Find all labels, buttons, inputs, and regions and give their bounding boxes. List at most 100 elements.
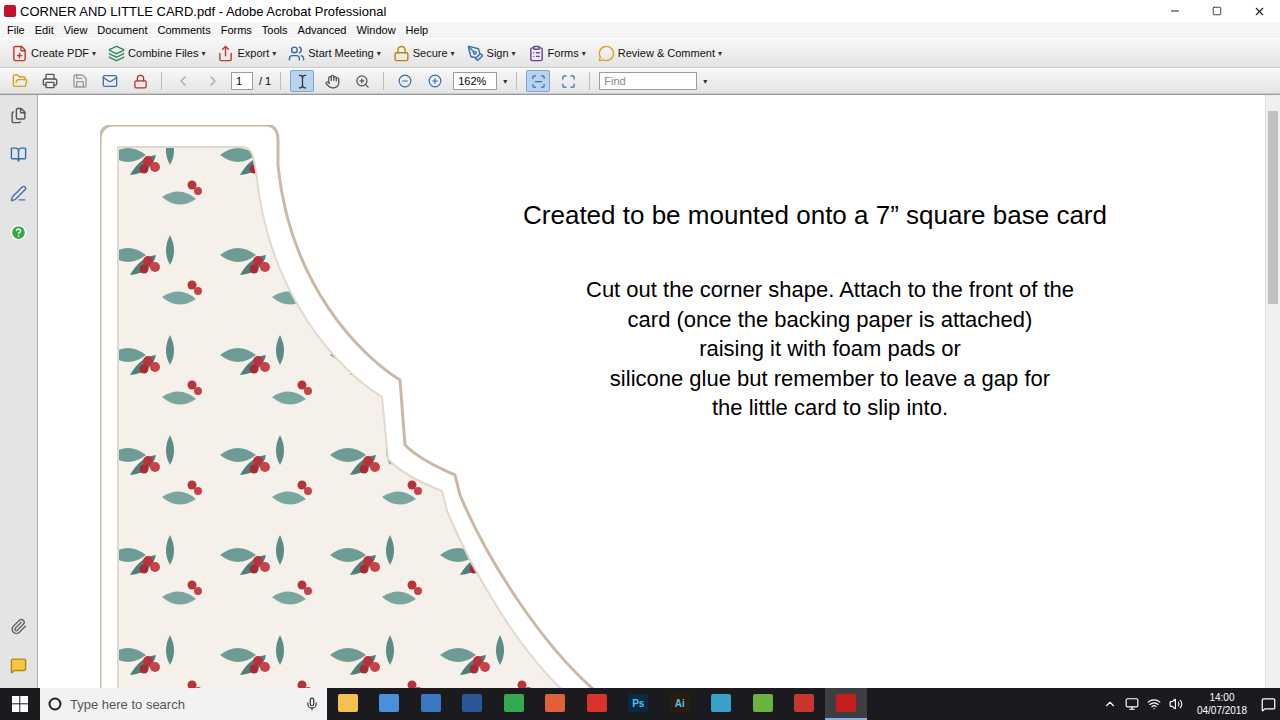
zoom-in-icon	[428, 74, 442, 88]
secure-button[interactable]	[128, 70, 152, 92]
network-icon[interactable]	[1147, 697, 1161, 711]
instruction-line: silicone glue but remember to leave a ga…	[610, 364, 1050, 394]
minimize-button[interactable]	[1154, 0, 1196, 22]
toolbar-button[interactable]: Secure▾	[390, 43, 458, 64]
open-button[interactable]	[8, 70, 32, 92]
taskbar: Type here to search Ps Ai 14:0004/07/2018	[0, 688, 1280, 720]
taskbar-app[interactable]	[535, 688, 577, 720]
toolbar-icon	[393, 45, 410, 62]
taskbar-app[interactable]	[701, 688, 743, 720]
taskbar-app[interactable]	[410, 688, 452, 720]
taskbar-app[interactable]	[327, 688, 369, 720]
text-cursor-icon	[295, 74, 310, 89]
instruction-line: raising it with foam pads or	[699, 334, 961, 364]
zoom-in-button[interactable]	[423, 70, 447, 92]
toolbar-button[interactable]: Start Meeting▾	[285, 43, 383, 64]
start-button[interactable]	[0, 688, 40, 720]
app-icon	[587, 694, 607, 712]
taskbar-app[interactable]	[452, 688, 494, 720]
menu-item[interactable]: Tools	[257, 24, 293, 36]
navigation-toolbar: 1/ 1162%▾Find▾	[0, 68, 1280, 94]
taskbar-app[interactable]	[784, 688, 826, 720]
toolbar-button[interactable]: Review & Comment▾	[595, 43, 725, 64]
previous-page-button[interactable]	[171, 70, 195, 92]
instruction-line: card (once the backing paper is attached…	[628, 305, 1033, 335]
zoom-field[interactable]: 162%	[453, 72, 497, 90]
instruction-line: Cut out the corner shape. Attach to the …	[586, 275, 1074, 305]
next-page-button[interactable]	[201, 70, 225, 92]
attachments-icon[interactable]	[10, 618, 27, 635]
taskbar-app[interactable]: Ps	[618, 688, 660, 720]
chevron-up-icon[interactable]	[1103, 697, 1117, 711]
toolbar-button[interactable]: Export▾	[214, 43, 279, 64]
help-icon[interactable]	[10, 224, 27, 241]
toolbar-button[interactable]: Create PDF▾	[8, 43, 99, 64]
display-icon[interactable]	[1125, 697, 1139, 711]
save-button[interactable]	[68, 70, 92, 92]
taskbar-app[interactable]: Ai	[659, 688, 701, 720]
restore-button[interactable]	[1196, 0, 1238, 22]
menu-item[interactable]: Edit	[30, 24, 59, 36]
zoom-out-button[interactable]	[393, 70, 417, 92]
menu-item[interactable]: Document	[92, 24, 152, 36]
toolbar-button[interactable]: Sign▾	[464, 43, 519, 64]
taskbar-app[interactable]	[369, 688, 411, 720]
taskbar-app[interactable]	[742, 688, 784, 720]
toolbar-icon	[528, 45, 545, 62]
zoom-out-icon	[398, 74, 412, 88]
app-icon	[753, 694, 773, 712]
hand-tool-button[interactable]	[320, 70, 344, 92]
toolbar-icon	[467, 45, 484, 62]
page-number-field[interactable]: 1	[231, 72, 253, 90]
taskbar-app[interactable]	[493, 688, 535, 720]
microphone-icon	[305, 697, 319, 711]
app-icon	[462, 694, 482, 712]
view-mode-button[interactable]	[556, 70, 580, 92]
toolbar-icon	[108, 45, 125, 62]
menu-item[interactable]: Advanced	[293, 24, 352, 36]
menu-bar: FileEditViewDocumentCommentsFormsToolsAd…	[0, 22, 1280, 38]
taskbar-app[interactable]	[825, 688, 867, 720]
toolbar-icon	[217, 45, 234, 62]
menu-item[interactable]: Forms	[216, 24, 257, 36]
printer-icon	[42, 73, 58, 89]
toolbar-button[interactable]: Forms▾	[525, 43, 589, 64]
menu-item[interactable]: Window	[351, 24, 400, 36]
scrollbar-thumb[interactable]	[1268, 111, 1278, 304]
volume-icon[interactable]	[1169, 697, 1183, 711]
find-field[interactable]: Find	[599, 72, 697, 90]
bookmarks-icon[interactable]	[10, 146, 27, 163]
close-button[interactable]	[1238, 0, 1280, 22]
menu-item[interactable]: File	[2, 24, 30, 36]
notifications-icon[interactable]	[1261, 697, 1276, 712]
menu-item[interactable]: View	[59, 24, 93, 36]
app-icon: Ai	[670, 694, 690, 712]
holly-corner-shape-icon	[100, 125, 620, 688]
menu-item[interactable]: Help	[401, 24, 434, 36]
cortana-icon	[48, 697, 62, 711]
toolbar-button[interactable]: Combine Files▾	[105, 43, 208, 64]
taskbar-app[interactable]	[576, 688, 618, 720]
view-mode-button[interactable]	[526, 70, 550, 92]
minimize-icon	[1169, 5, 1181, 17]
app-icon	[379, 694, 399, 712]
zoom-tool-button[interactable]	[350, 70, 374, 92]
vertical-scrollbar[interactable]	[1265, 95, 1280, 688]
signatures-icon[interactable]	[10, 185, 27, 202]
taskbar-search[interactable]: Type here to search	[40, 688, 327, 720]
app-icon	[545, 694, 565, 712]
menu-item[interactable]: Comments	[153, 24, 216, 36]
select-tool-button[interactable]	[290, 70, 314, 92]
task-toolbar: Create PDF▾ Combine Files▾ Export▾ Start Me…	[0, 38, 1280, 68]
folder-icon	[12, 73, 28, 89]
navigation-panel	[0, 95, 38, 688]
pages-icon[interactable]	[10, 107, 27, 124]
comments-icon[interactable]	[10, 657, 27, 674]
print-button[interactable]	[38, 70, 62, 92]
clock[interactable]: 14:0004/07/2018	[1191, 691, 1253, 717]
app-icon	[338, 694, 358, 712]
app-icon	[711, 694, 731, 712]
windows-logo-icon[interactable]	[12, 696, 28, 712]
app-icon	[504, 694, 524, 712]
email-button[interactable]	[98, 70, 122, 92]
